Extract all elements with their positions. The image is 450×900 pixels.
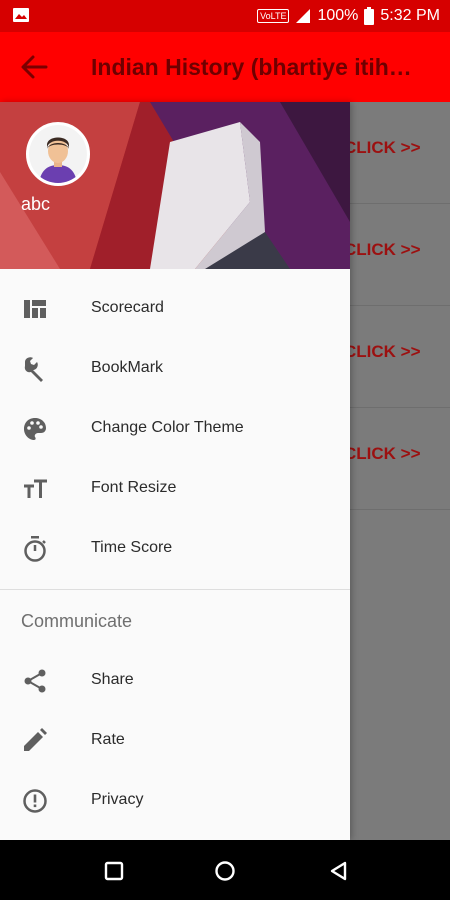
signal-icon — [296, 9, 311, 23]
user-name: abc — [21, 194, 51, 214]
menu-item-label: Privacy — [91, 791, 144, 808]
palette-icon — [24, 418, 46, 440]
clock: 5:32 PM — [380, 7, 440, 24]
drawer-header: abc — [0, 102, 350, 269]
menu-item-label: Rate — [91, 731, 125, 748]
menu-item-time-score[interactable]: Time Score — [0, 519, 350, 579]
click-link[interactable]: CLICK >> — [344, 240, 421, 260]
click-link[interactable]: CLICK >> — [344, 138, 421, 158]
wrench-icon — [24, 357, 43, 382]
arrow-left-icon[interactable] — [20, 54, 48, 80]
section-title-communicate: Communicate — [21, 611, 133, 631]
square-icon[interactable] — [103, 860, 125, 882]
timer-icon — [24, 536, 46, 562]
click-link[interactable]: CLICK >> — [344, 342, 421, 362]
person-avatar-icon — [29, 125, 87, 183]
menu-item-bookmark[interactable]: BookMark — [0, 339, 350, 399]
menu-item-scorecard[interactable]: Scorecard — [0, 279, 350, 339]
pencil-icon — [24, 728, 47, 751]
divider — [0, 589, 350, 590]
avatar[interactable] — [26, 122, 90, 186]
page-title: Indian History (bhartiye itihas) — [91, 54, 421, 80]
menu-item-label: Font Resize — [91, 479, 177, 496]
menu-item-font-resize[interactable]: Font Resize — [0, 459, 350, 519]
dashboard-icon — [24, 300, 46, 318]
system-nav-bar — [0, 840, 450, 900]
navigation-drawer: abc Scorecard BookMark Change Color Them… — [0, 102, 350, 840]
click-link[interactable]: CLICK >> — [344, 444, 421, 464]
share-icon — [24, 669, 46, 693]
app-toolbar: Indian History (bhartiye itihas) — [0, 32, 450, 102]
menu-item-label: BookMark — [91, 359, 164, 376]
battery-percent: 100% — [317, 7, 359, 24]
menu-item-change-color-theme[interactable]: Change Color Theme — [0, 399, 350, 459]
menu-item-share[interactable]: Share — [0, 651, 350, 711]
menu-item-label: Scorecard — [91, 299, 164, 316]
triangle-back-icon[interactable] — [327, 860, 349, 882]
image-notification-icon — [13, 8, 29, 22]
text-size-icon — [24, 479, 47, 498]
alert-circle-icon — [23, 789, 47, 813]
volte-badge: VoLTE — [257, 9, 290, 23]
menu-item-rate[interactable]: Rate — [0, 711, 350, 771]
menu-item-label: Share — [91, 671, 134, 688]
menu-item-label: Change Color Theme — [91, 419, 244, 436]
status-bar: VoLTE 100% 5:32 PM — [0, 0, 450, 32]
circle-icon[interactable] — [214, 860, 236, 882]
menu-item-label: Time Score — [91, 539, 173, 556]
menu-item-privacy[interactable]: Privacy — [0, 771, 350, 831]
battery-icon — [364, 7, 375, 25]
